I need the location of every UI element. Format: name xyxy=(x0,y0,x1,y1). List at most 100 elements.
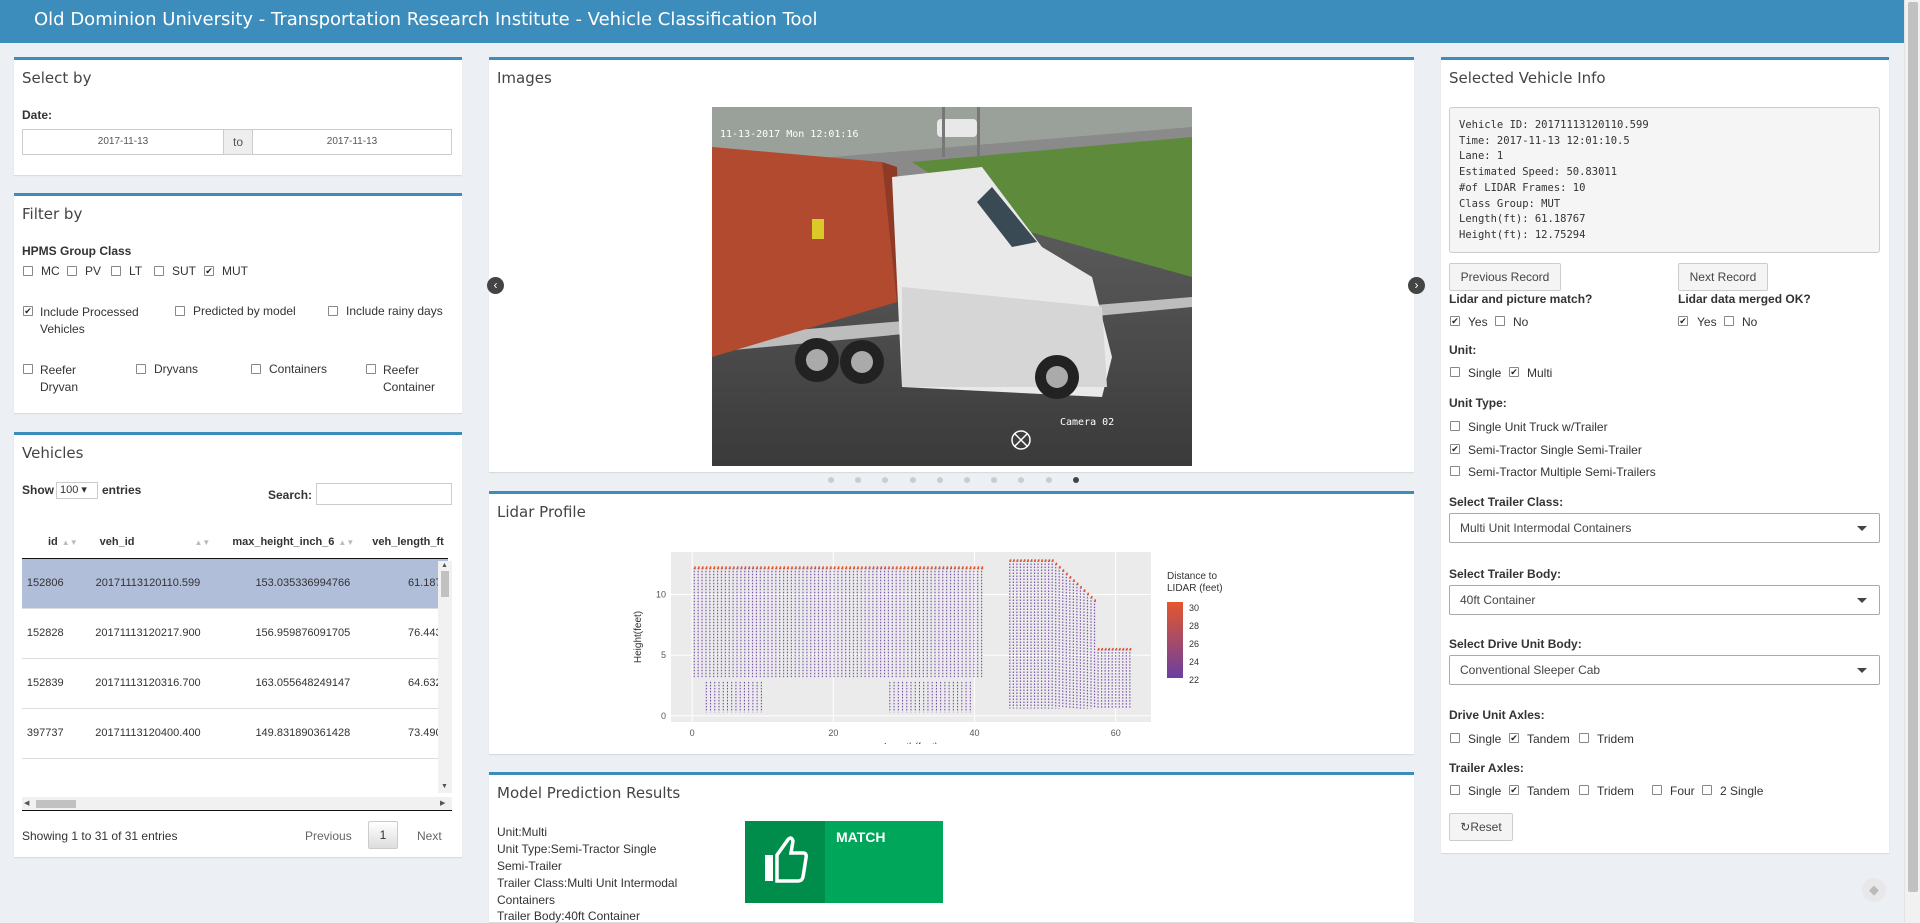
next-page-button[interactable]: Next xyxy=(417,829,442,843)
cell-max-height: 156.959876091705 xyxy=(214,608,359,659)
carousel-dot[interactable] xyxy=(1072,477,1079,483)
carousel-dot[interactable] xyxy=(882,477,889,483)
scroll-down-icon[interactable]: ▼ xyxy=(441,783,448,790)
col-veh-id[interactable]: veh_id ▲▼ xyxy=(81,526,215,559)
bookmark-icon[interactable]: ◆ xyxy=(1862,878,1886,902)
predicted-model-checkbox[interactable] xyxy=(175,306,185,316)
page-1-button[interactable]: 1 xyxy=(368,821,398,849)
drive-axle-tridem-checkbox[interactable] xyxy=(1579,733,1589,743)
x-tick-label: 20 xyxy=(828,728,838,738)
unit-type-1-checkbox[interactable]: ✔ xyxy=(1450,444,1460,454)
unit-type-0-checkbox[interactable] xyxy=(1450,421,1460,431)
carousel-next-icon[interactable]: › xyxy=(1408,277,1425,294)
lidar-merged-yes-checkbox[interactable]: ✔ xyxy=(1678,316,1688,326)
class-pv-checkbox[interactable] xyxy=(67,266,77,276)
x-tick-label: 60 xyxy=(1111,728,1121,738)
trailer-axle-tandem-checkbox[interactable]: ✔ xyxy=(1509,785,1519,795)
containers-checkbox[interactable] xyxy=(251,364,261,374)
date-label: Date: xyxy=(22,108,53,122)
trailer-axle-tridem-label: Tridem xyxy=(1597,784,1634,798)
lidar-merged-label: Lidar data merged OK? xyxy=(1678,292,1811,306)
include-processed-checkbox[interactable]: ✔ xyxy=(23,306,33,316)
carousel-dot[interactable] xyxy=(855,477,862,483)
carousel-dot[interactable] xyxy=(1045,477,1052,483)
match-label: MATCH xyxy=(836,829,886,845)
search-input[interactable] xyxy=(316,483,452,505)
unit-multi-checkbox[interactable]: ✔ xyxy=(1509,367,1519,377)
reefer-dryvan-checkbox[interactable] xyxy=(23,364,33,374)
class-sut-checkbox[interactable] xyxy=(154,266,164,276)
unit-single-checkbox[interactable] xyxy=(1450,367,1460,377)
col-veh-length[interactable]: veh_length_ft xyxy=(358,526,448,559)
dryvans-checkbox[interactable] xyxy=(136,364,146,374)
table-row[interactable]: 152839 20171113120316.700 163.0556482491… xyxy=(22,658,448,709)
lidar-match-no-checkbox[interactable] xyxy=(1495,316,1505,326)
unit-type-2-label: Semi-Tractor Multiple Semi-Trailers xyxy=(1468,465,1656,479)
lidar-match-label: Lidar and picture match? xyxy=(1449,292,1593,306)
reset-button[interactable]: ↻Reset xyxy=(1449,813,1513,841)
hpms-label: HPMS Group Class xyxy=(22,244,132,258)
date-separator: to xyxy=(223,129,253,155)
carousel-dot[interactable] xyxy=(1018,477,1025,483)
unit-type-0-label: Single Unit Truck w/Trailer xyxy=(1468,420,1608,434)
dryvans-label: Dryvans xyxy=(154,362,199,376)
class-lt-label: LT xyxy=(129,264,143,278)
lidar-match-yes-checkbox[interactable]: ✔ xyxy=(1450,316,1460,326)
class-lt-checkbox[interactable] xyxy=(111,266,121,276)
containers-label: Containers xyxy=(269,362,328,376)
class-sut-label: SUT xyxy=(172,264,196,278)
table-row[interactable]: 397737 20171113120400.400 149.8318903614… xyxy=(22,708,448,759)
page-scrollbar[interactable] xyxy=(1904,0,1920,922)
date-from-input[interactable]: 2017-11-13 xyxy=(22,129,224,155)
col-id[interactable]: id ▲▼ xyxy=(22,526,82,559)
class-mc-checkbox[interactable] xyxy=(23,266,33,276)
unit-type-2-checkbox[interactable] xyxy=(1450,466,1460,476)
col-max-height[interactable]: max_height_inch_6 ▲▼ xyxy=(214,526,359,559)
table-row[interactable]: 152828 20171113120217.900 156.9598760917… xyxy=(22,608,448,659)
reefer-container-checkbox[interactable] xyxy=(366,364,376,374)
drive-axle-single-checkbox[interactable] xyxy=(1450,733,1460,743)
lidar-merged-yes-label: Yes xyxy=(1697,315,1717,329)
cell-veh-length: 64.6325 xyxy=(358,658,448,709)
scroll-up-icon[interactable]: ▲ xyxy=(441,562,448,569)
drive-axle-tandem-checkbox[interactable]: ✔ xyxy=(1509,733,1519,743)
table-vertical-scrollbar[interactable]: ▲ ▼ xyxy=(438,561,452,793)
thumbs-up-icon xyxy=(745,821,825,903)
cell-veh-length: 76.4435 xyxy=(358,608,448,659)
include-rainy-checkbox[interactable] xyxy=(328,306,338,316)
carousel-dot[interactable] xyxy=(964,477,970,483)
trailer-axle-2single-label: 2 Single xyxy=(1720,784,1764,798)
trailer-axle-tridem-checkbox[interactable] xyxy=(1579,785,1589,795)
legend-tick-label: 26 xyxy=(1189,639,1199,649)
carousel-dot[interactable] xyxy=(909,477,916,483)
scroll-left-icon[interactable]: ◀ xyxy=(24,799,29,807)
chevron-down-icon xyxy=(1857,598,1867,603)
images-title: Images xyxy=(497,69,552,87)
previous-record-button[interactable]: Previous Record xyxy=(1449,263,1561,291)
drive-body-select[interactable]: Conventional Sleeper Cab xyxy=(1449,655,1880,685)
entries-select[interactable]: 100 ▾ xyxy=(56,482,98,499)
entries-label: entries xyxy=(102,483,142,497)
carousel-dot[interactable] xyxy=(936,477,943,483)
table-row[interactable]: 152806 20171113120110.599 153.0353369947… xyxy=(22,558,448,609)
unit-type-label: Unit Type: xyxy=(1449,396,1507,410)
legend-tick-label: 22 xyxy=(1189,675,1199,685)
carousel-dot[interactable] xyxy=(828,477,834,483)
trailer-axle-2single-checkbox[interactable] xyxy=(1702,785,1712,795)
trailer-class-select[interactable]: Multi Unit Intermodal Containers xyxy=(1449,513,1880,543)
class-mut-checkbox[interactable]: ✔ xyxy=(204,266,214,276)
prev-page-button[interactable]: Previous xyxy=(305,829,352,843)
date-to-input[interactable]: 2017-11-13 xyxy=(252,129,452,155)
carousel-dot[interactable] xyxy=(991,477,998,483)
trailer-body-select[interactable]: 40ft Container xyxy=(1449,585,1880,615)
trailer-axle-single-checkbox[interactable] xyxy=(1450,785,1460,795)
trailer-axle-four-checkbox[interactable] xyxy=(1652,785,1662,795)
drive-axle-single-label: Single xyxy=(1468,732,1502,746)
carousel-prev-icon[interactable]: ‹ xyxy=(487,277,504,294)
table-horizontal-scrollbar[interactable]: ◀ ▶ xyxy=(22,797,452,811)
info-title: Selected Vehicle Info xyxy=(1449,69,1606,87)
scroll-right-icon[interactable]: ▶ xyxy=(440,799,445,807)
next-record-button[interactable]: Next Record xyxy=(1678,263,1768,291)
vehicle-camera-image: 11-13-2017 Mon 12:01:16 Camera 02 xyxy=(712,107,1192,466)
lidar-merged-no-checkbox[interactable] xyxy=(1724,316,1734,326)
